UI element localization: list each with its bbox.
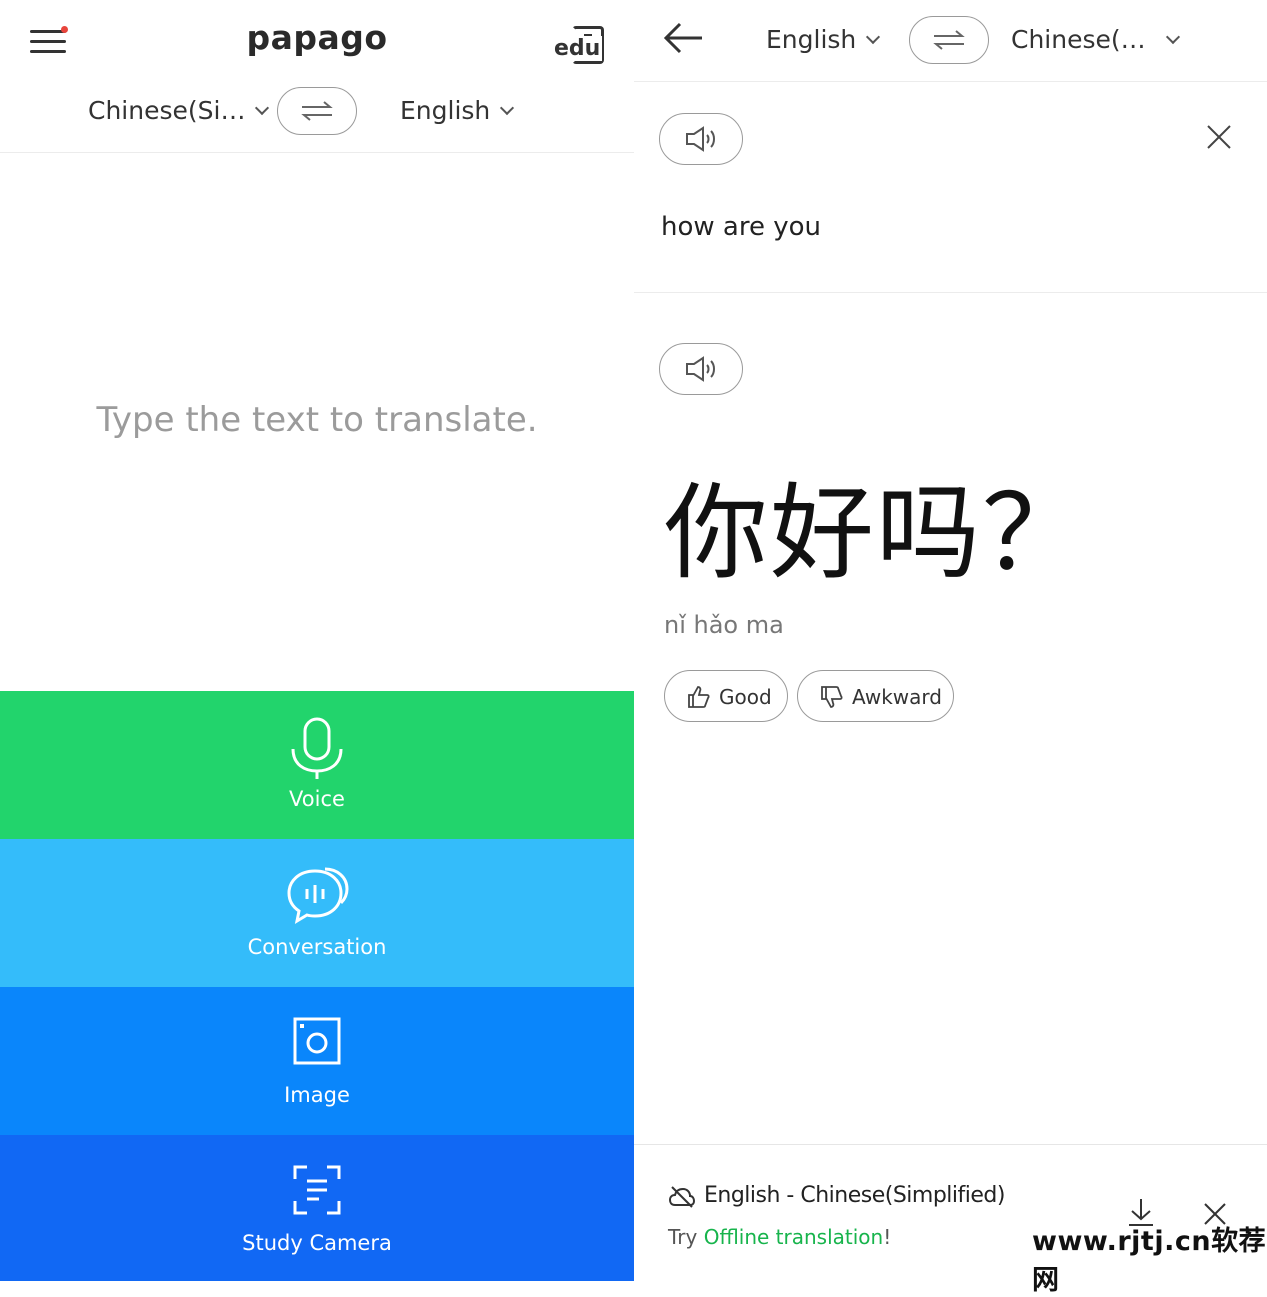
translation-screen: English Chinese(… how are you 你好吗？ nǐ hǎ… <box>634 0 1267 1296</box>
offline-language-pair: English - Chinese(Simplified) <box>704 1183 1005 1208</box>
clear-text-button[interactable] <box>1204 122 1234 152</box>
scan-text-icon <box>293 1165 341 1215</box>
source-language-select[interactable]: English <box>766 25 881 54</box>
text-input-area[interactable]: Type the text to translate. <box>0 400 634 440</box>
divider <box>0 152 634 153</box>
image-button[interactable]: Image <box>0 987 634 1135</box>
offline-banner: English - Chinese(Simplified) Try Offlin… <box>634 1144 1267 1296</box>
microphone-icon <box>291 717 343 779</box>
source-language-label: Chinese(Si… <box>88 96 246 125</box>
translation-result: 你好吗？ <box>664 472 1089 594</box>
awkward-feedback-button[interactable]: Awkward <box>797 670 954 722</box>
target-language-label: Chinese(… <box>1011 25 1146 54</box>
good-label: Good <box>719 685 772 709</box>
chevron-down-icon <box>1165 29 1180 45</box>
edu-button[interactable]: edu <box>550 22 610 68</box>
back-button[interactable] <box>662 20 710 60</box>
study-camera-label: Study Camera <box>242 1231 392 1255</box>
swap-icon <box>301 101 333 121</box>
chat-bubbles-icon <box>287 867 349 925</box>
study-camera-button[interactable]: Study Camera <box>0 1135 634 1281</box>
swap-languages-button[interactable] <box>909 16 989 64</box>
chevron-down-icon <box>866 29 881 45</box>
language-bar: Chinese(Si… English <box>0 82 634 142</box>
edu-label: edu <box>554 36 603 61</box>
source-language-select[interactable]: Chinese(Si… <box>88 96 270 125</box>
swap-icon <box>933 30 965 50</box>
speaker-icon <box>686 356 715 382</box>
watermark-text: www.rjtj.cn软荐网 <box>1032 1226 1267 1296</box>
offline-prompt-prefix: Try <box>668 1225 704 1249</box>
result-speak-button[interactable] <box>659 343 743 395</box>
chevron-down-icon <box>255 100 270 116</box>
divider <box>634 81 1267 82</box>
offline-cloud-icon <box>668 1186 696 1208</box>
main-screen: papago edu Chinese(Si… English Type the … <box>0 0 634 1281</box>
conversation-label: Conversation <box>247 935 387 959</box>
offline-prompt-suffix: ! <box>883 1225 892 1249</box>
speaker-icon <box>686 126 715 152</box>
thumbs-down-icon <box>821 686 843 708</box>
source-speak-button[interactable] <box>659 113 743 165</box>
arrow-left-icon <box>663 22 702 54</box>
voice-button[interactable]: Voice <box>0 691 634 839</box>
chevron-down-icon <box>500 100 515 116</box>
target-language-label: English <box>400 96 491 125</box>
offline-translation-link[interactable]: Offline translation <box>704 1225 884 1249</box>
thumbs-up-icon <box>688 686 710 708</box>
swap-languages-button[interactable] <box>277 87 357 135</box>
target-language-select[interactable]: Chinese(… <box>1011 25 1180 54</box>
divider <box>634 292 1267 293</box>
pinyin-text: nǐ hǎo ma <box>664 611 784 639</box>
source-language-label: English <box>766 25 857 54</box>
awkward-label: Awkward <box>852 685 942 709</box>
close-icon <box>1207 125 1231 149</box>
source-text[interactable]: how are you <box>661 212 821 242</box>
image-label: Image <box>284 1083 350 1107</box>
offline-prompt: Try Offline translation! <box>668 1225 891 1249</box>
camera-icon <box>293 1017 341 1065</box>
conversation-button[interactable]: Conversation <box>0 839 634 987</box>
voice-label: Voice <box>289 787 345 811</box>
good-feedback-button[interactable]: Good <box>664 670 788 722</box>
app-logo: papago <box>246 18 388 57</box>
target-language-select[interactable]: English <box>400 96 515 125</box>
